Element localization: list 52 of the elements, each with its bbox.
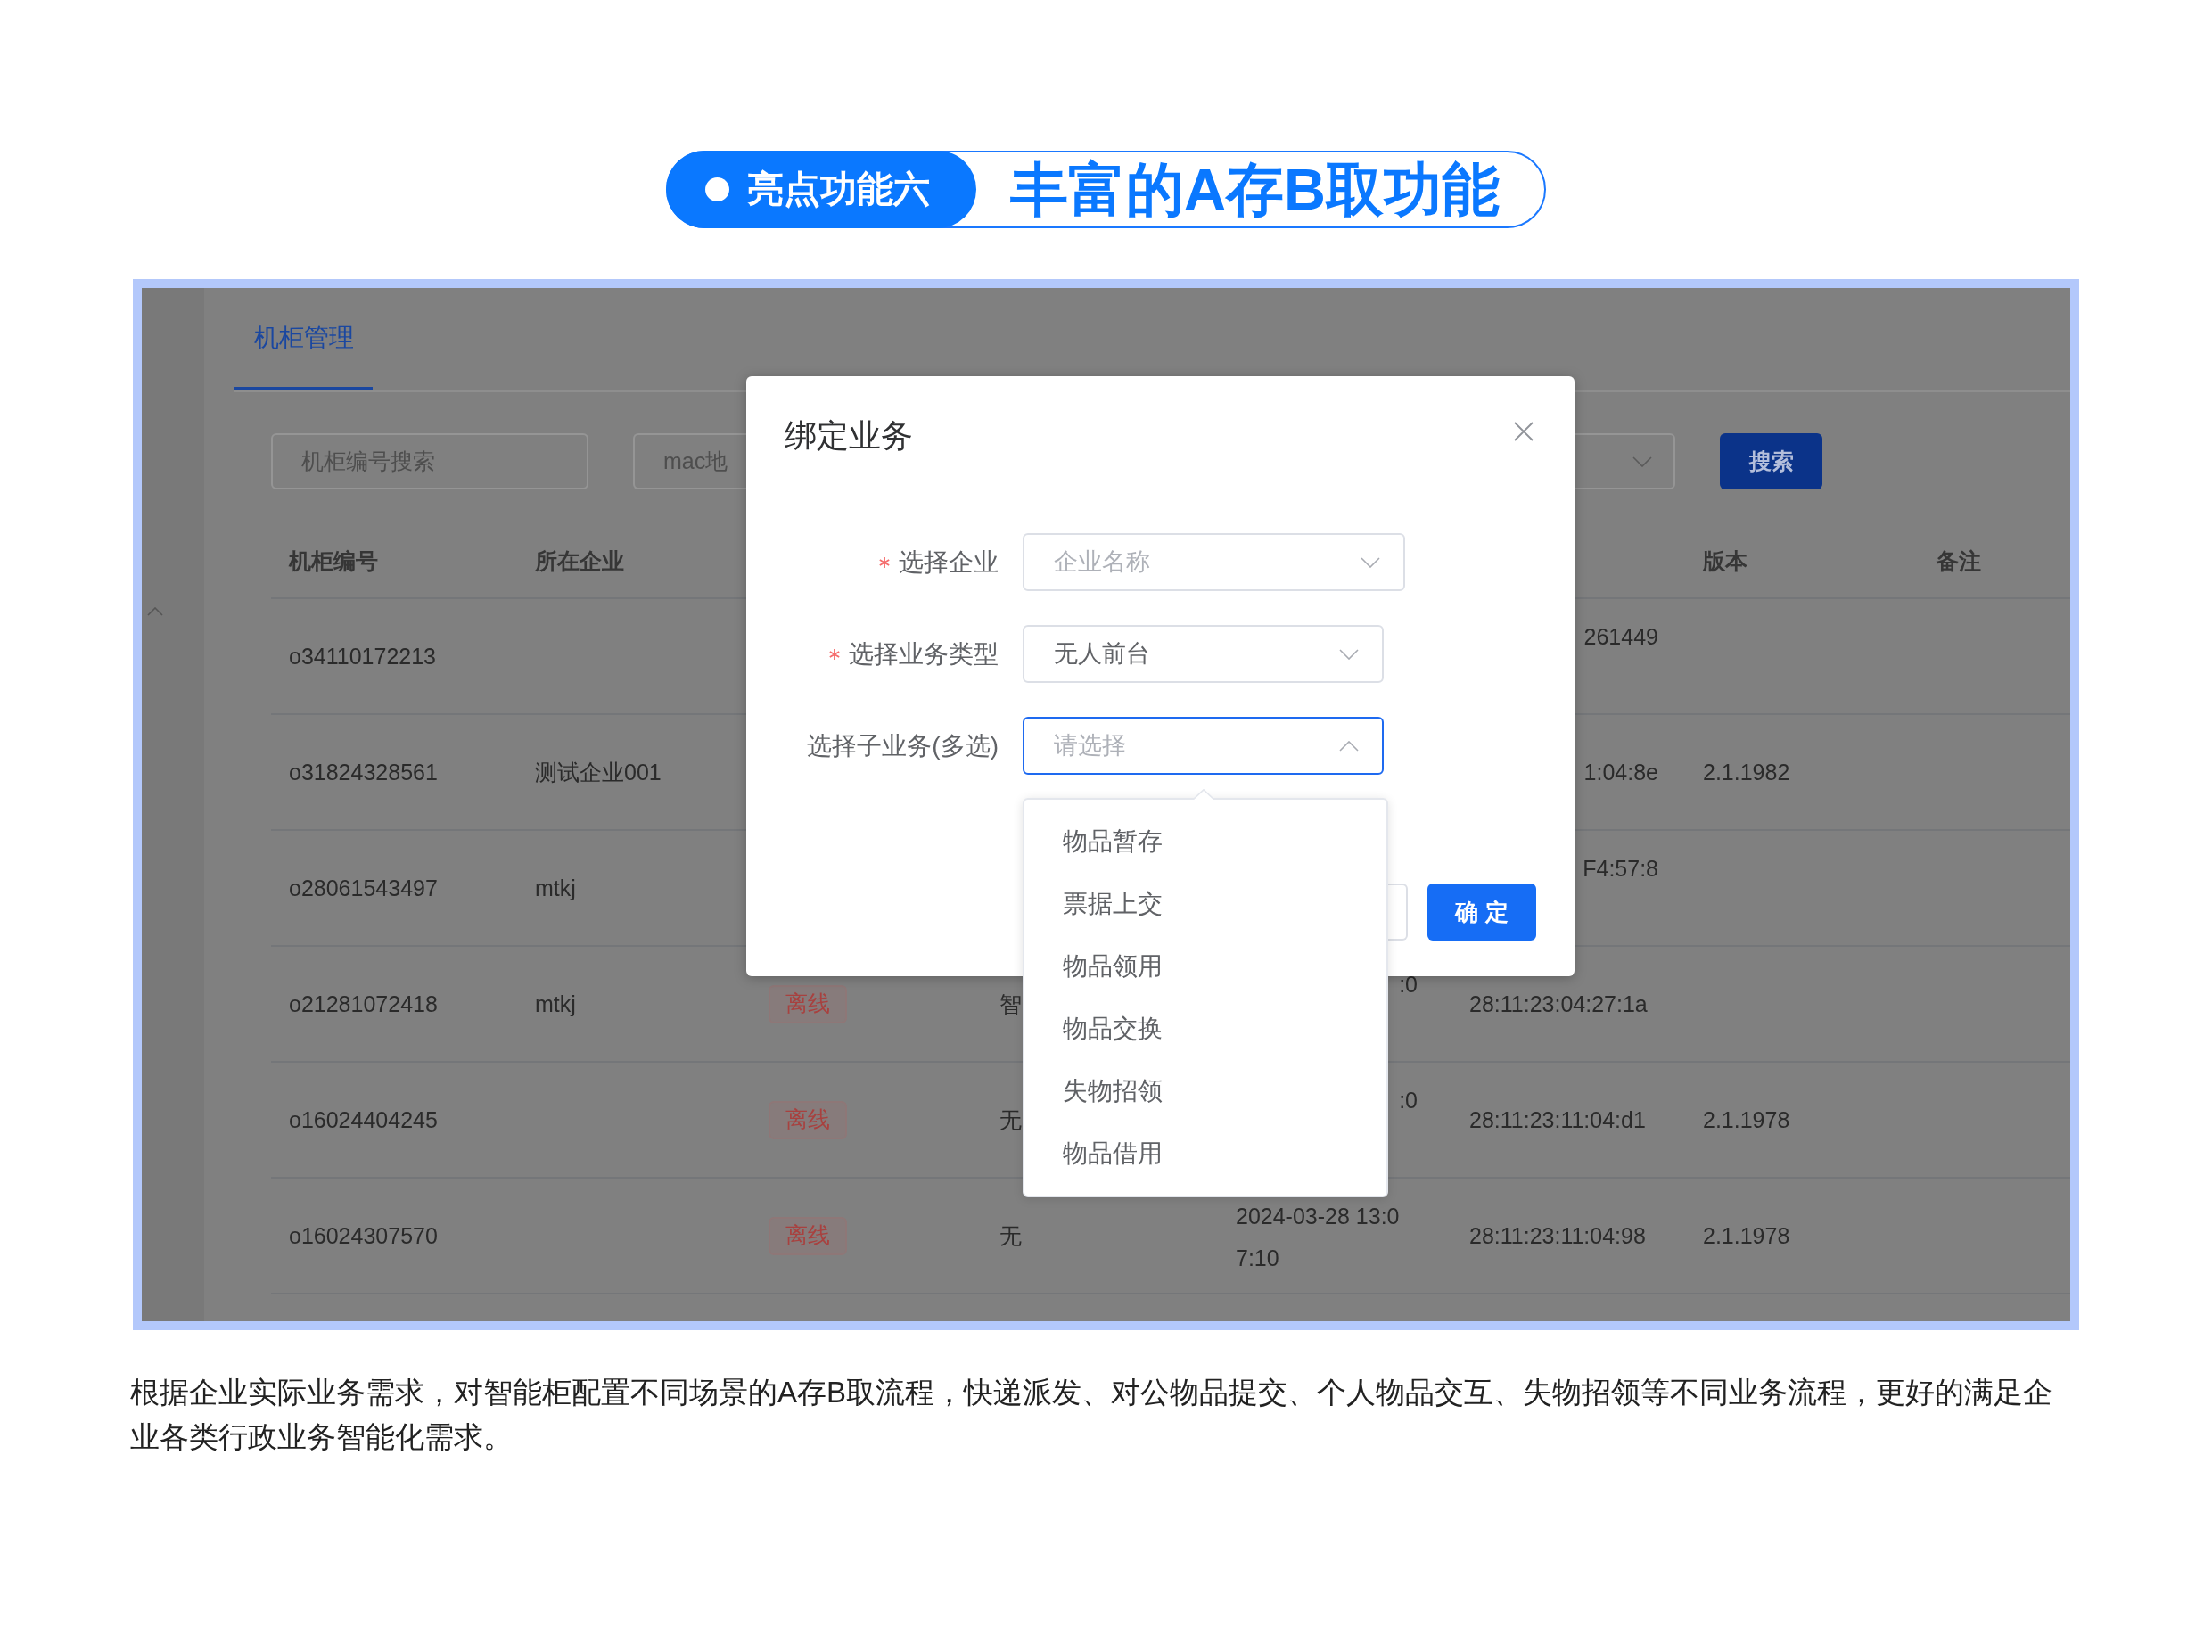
dot-icon <box>705 177 729 201</box>
search-button[interactable]: 搜索 <box>1720 433 1822 489</box>
dropdown-option[interactable]: 物品暂存 <box>1024 810 1386 873</box>
table-cell: o16024404245 <box>289 1106 438 1133</box>
table-cell: mtkj <box>535 990 576 1017</box>
dropdown-option[interactable]: 物品交换 <box>1024 998 1386 1060</box>
banner-title: 丰富的A存B取功能 <box>1010 160 1500 218</box>
table-cell-text: F4:57:8 <box>1583 855 1658 883</box>
table-cell: 28:11:23:11:04:d1 <box>1469 1106 1646 1133</box>
chevron-up-icon[interactable] <box>147 607 163 616</box>
table-cell: o21281072418 <box>289 990 438 1017</box>
description: 根据企业实际业务需求，对智能柜配置不同场景的A存B取流程，快递派发、对公物品提交、个人物品交互、失物招领等不同业务流程，更好的满足企业各类行政业务智能化需求。 <box>130 1375 2054 1455</box>
secondary-button[interactable] <box>1388 884 1408 941</box>
table-cell-text: 261449 <box>1583 623 1658 651</box>
table-cell-text: 2024-03-28 13:07:10 <box>1236 1203 1401 1272</box>
dropdown-option[interactable]: 物品借用 <box>1024 1122 1386 1185</box>
table-cell: 测试企业001 <box>535 759 662 785</box>
status-tag: 离线 <box>769 1100 847 1139</box>
table-cell-text: :0 <box>1399 1087 1418 1114</box>
table-cell: o34110172213 <box>289 643 436 670</box>
table-cell: 28:11:23:11:04:98 <box>1469 1222 1646 1249</box>
status-tag: 离线 <box>769 984 847 1023</box>
badge-label: 亮点功能六 <box>747 171 930 208</box>
table-cell: 1:04:8e <box>1583 759 1658 785</box>
column-header: 机柜编号 <box>289 547 378 576</box>
table-cell: o16024307570 <box>289 1222 438 1249</box>
dropdown-option[interactable]: 票据上交 <box>1024 873 1386 935</box>
dropdown-option[interactable]: 物品领用 <box>1024 935 1386 998</box>
table-cell: 2.1.1978 <box>1703 1106 1790 1133</box>
table-cell: mtkj <box>535 875 576 901</box>
table-cell: o31824328561 <box>289 759 438 785</box>
table-cell: 无 <box>999 1106 1022 1133</box>
status-tag: 离线 <box>769 1216 847 1255</box>
dropdown-option[interactable]: 失物招领 <box>1024 1060 1386 1122</box>
table-cell: 无 <box>999 1222 1022 1249</box>
column-header: 版本 <box>1703 547 1747 576</box>
confirm-button[interactable]: 确 定 <box>1427 884 1536 941</box>
table-cell: 2.1.1978 <box>1703 1222 1790 1249</box>
table-cell-text: :0 <box>1399 971 1418 999</box>
table-cell: 2.1.1982 <box>1703 759 1790 785</box>
field-label: 选择企业 <box>899 547 999 578</box>
field-label: 选择业务类型 <box>849 638 999 670</box>
table-cell: o28061543497 <box>289 875 438 901</box>
select-field[interactable]: 无人前台 <box>1023 625 1384 683</box>
chevron-down-icon <box>1632 456 1652 467</box>
table-cell: 智 <box>999 990 1022 1017</box>
column-header: 所在企业 <box>535 547 624 576</box>
dialog-title: 绑定业务 <box>785 416 913 456</box>
column-header: 备注 <box>1937 547 1981 576</box>
close-icon[interactable] <box>1514 422 1534 441</box>
field-label: 选择子业务(多选) <box>807 730 999 761</box>
table-cell: 28:11:23:04:27:1a <box>1469 990 1648 1017</box>
